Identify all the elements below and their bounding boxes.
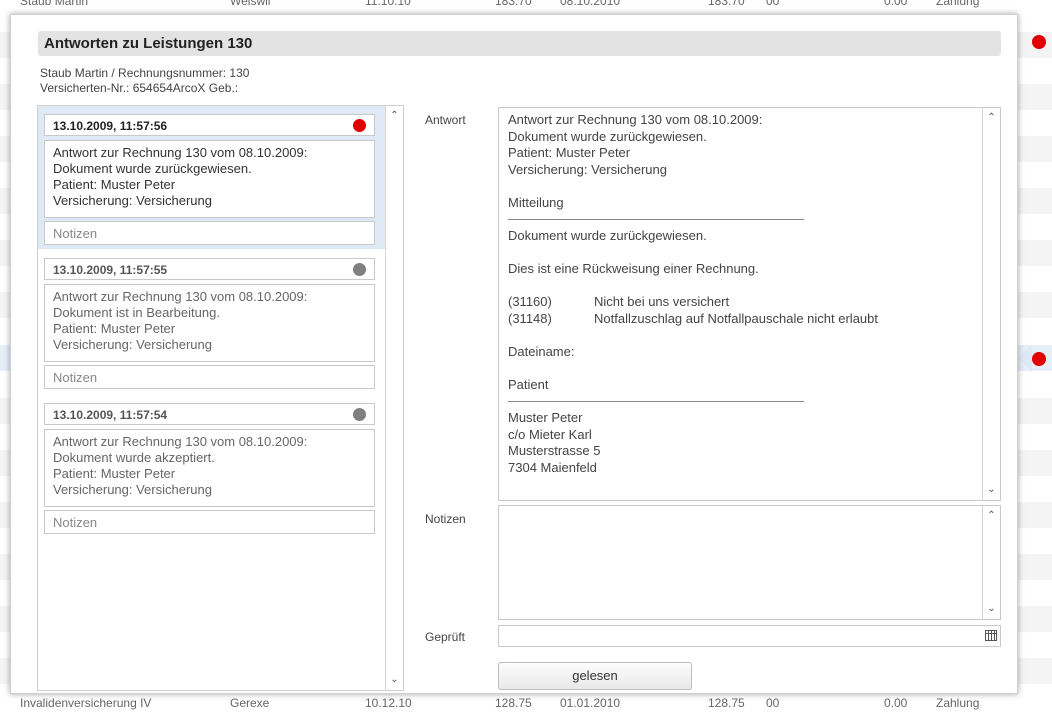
table-row: Invalidenversicherung IV Gerexe 10.12.10… [0,694,1052,720]
popover-pointer [1018,344,1032,372]
divider [508,211,804,220]
status-dot [353,119,366,132]
answer-line: Patient: Muster Peter [508,145,631,160]
patient-title: Patient [508,376,549,392]
answer-textarea[interactable]: Antwort zur Rechnung 130 vom 08.10.2009:… [498,107,1001,501]
table-cell: 01.01.2010 [560,696,621,710]
entry-line: Dokument ist in Bearbeitung. [53,305,220,320]
rejection-code-row: (31160) Nicht bei uns versichert [508,294,878,311]
answer-line: Dies ist eine Rückweisung einer Rechnung… [508,261,759,276]
dialog-titlebar: Antworten zu Leistungen 130 [38,31,1001,56]
entry-timestamp: 13.10.2009, 11:57:54 [53,408,168,422]
status-dot [1032,352,1046,366]
address-line: Muster Peter [508,410,583,425]
entry-line: Patient: Muster Peter [53,177,176,192]
notes-scrollbar[interactable]: ⌃ ⌄ [982,506,1000,619]
table-cell: 11.10.10 [365,0,411,8]
rejection-code-row: (31148) Notfallzuschlag auf Notfallpausch… [508,311,878,328]
divider [508,393,804,402]
rejection-reason: Nicht bei uns versichert [594,294,730,309]
chevron-up-icon[interactable]: ⌃ [386,108,403,124]
table-cell: Zahlung [936,696,980,710]
status-dot [1032,35,1046,49]
table-cell: 183.70 [495,0,532,8]
entry-notes-field[interactable]: Notizen [44,221,375,245]
table-cell: 10.12.10 [365,696,412,710]
status-dot [353,408,366,421]
entry-line: Patient: Muster Peter [53,321,176,336]
answer-line: Dokument wurde zurückgewiesen. [508,128,707,144]
table-cell: 00 [766,696,780,710]
table-cell: 128.75 [495,696,532,710]
entry-notes-field[interactable]: Notizen [44,510,375,534]
mitteilung-title: Mitteilung [508,194,564,210]
entry-header[interactable]: 13.10.2009, 11:57:56 [44,114,375,136]
chevron-down-icon[interactable]: ⌄ [983,482,1000,498]
entry-line: Antwort zur Rechnung 130 vom 08.10.2009: [53,289,308,304]
entry-timestamp: 13.10.2009, 11:57:55 [53,263,168,277]
answer-line: Versicherung: Versicherung [508,161,667,177]
insurance-info: Versicherten-Nr.: 654654ArcoX Geb.: [40,81,239,95]
entry-header[interactable]: 13.10.2009, 11:57:54 [44,403,375,425]
answer-line: Antwort zur Rechnung 130 vom 08.10.2009: [508,112,763,127]
notes-label: Notizen [425,512,466,526]
entry-body[interactable]: Antwort zur Rechnung 130 vom 08.10.2009:… [44,429,375,507]
checked-date-field[interactable] [498,625,1001,647]
entry-line: Dokument wurde akzeptiert. [53,450,215,465]
address-line: Musterstrasse 5 [508,443,601,458]
table-cell: Zahlung [936,0,980,8]
table-cell: 08.10.2010 [560,0,621,8]
answers-list[interactable]: 13.10.2009, 11:57:56 Antwort zur Rechnun… [37,105,404,691]
entry-body[interactable]: Antwort zur Rechnung 130 vom 08.10.2009:… [44,140,375,218]
notes-textarea[interactable]: ⌃ ⌄ [498,505,1001,620]
table-cell: 0.00 [884,696,908,710]
list-scrollbar[interactable]: ⌃ ⌄ [385,106,403,690]
entry-line: Patient: Muster Peter [53,466,176,481]
table-cell: Weiswil [230,0,271,8]
answer-scrollbar[interactable]: ⌃ ⌄ [982,108,1000,500]
entry-header[interactable]: 13.10.2009, 11:57:55 [44,258,375,280]
filename-label: Dateiname: [508,343,575,359]
entry-timestamp: 13.10.2009, 11:57:56 [53,119,168,133]
calendar-icon[interactable] [985,630,997,641]
status-dot [353,263,366,276]
rejection-code: (31160) [508,294,552,309]
chevron-down-icon[interactable]: ⌄ [386,672,403,688]
entry-notes-field[interactable]: Notizen [44,365,375,389]
table-cell: 00 [766,0,780,8]
read-button[interactable]: gelesen [498,662,692,690]
answer-label: Antwort [425,113,466,127]
dialog-title: Antworten zu Leistungen 130 [44,35,253,52]
table-cell: 0.00 [884,0,908,8]
table-cell: 183.70 [708,0,745,8]
entry-line: Antwort zur Rechnung 130 vom 08.10.2009: [53,145,308,160]
entry-line: Antwort zur Rechnung 130 vom 08.10.2009: [53,434,308,449]
rejection-reason: Notfallzuschlag auf Notfallpauschale nic… [594,310,879,326]
entry-line: Versicherung: Versicherung [53,482,212,497]
rejection-code: (31148) [508,310,552,326]
entry-line: Versicherung: Versicherung [53,337,212,352]
chevron-down-icon[interactable]: ⌄ [983,601,1000,617]
entry-body[interactable]: Antwort zur Rechnung 130 vom 08.10.2009:… [44,284,375,362]
entry-line: Versicherung: Versicherung [53,193,212,208]
chevron-up-icon[interactable]: ⌃ [983,110,1000,126]
answer-line: Dokument wurde zurückgewiesen. [508,228,707,243]
address-line: c/o Mieter Karl [508,426,592,442]
answers-dialog: Antworten zu Leistungen 130 Staub Martin… [10,14,1018,694]
table-cell: 128.75 [708,696,745,710]
chevron-up-icon[interactable]: ⌃ [983,508,1000,524]
address-line: 7304 Maienfeld [508,459,597,475]
entry-line: Dokument wurde zurückgewiesen. [53,161,252,176]
table-cell: Staub Martin [20,0,89,8]
answer-content: Antwort zur Rechnung 130 vom 08.10.2009:… [508,112,878,476]
patient-info: Staub Martin / Rechnungsnummer: 130 [40,66,250,80]
table-cell: Invalidenversicherung IV [20,696,152,710]
checked-label: Geprüft [425,630,466,644]
table-cell: Gerexe [230,696,270,710]
